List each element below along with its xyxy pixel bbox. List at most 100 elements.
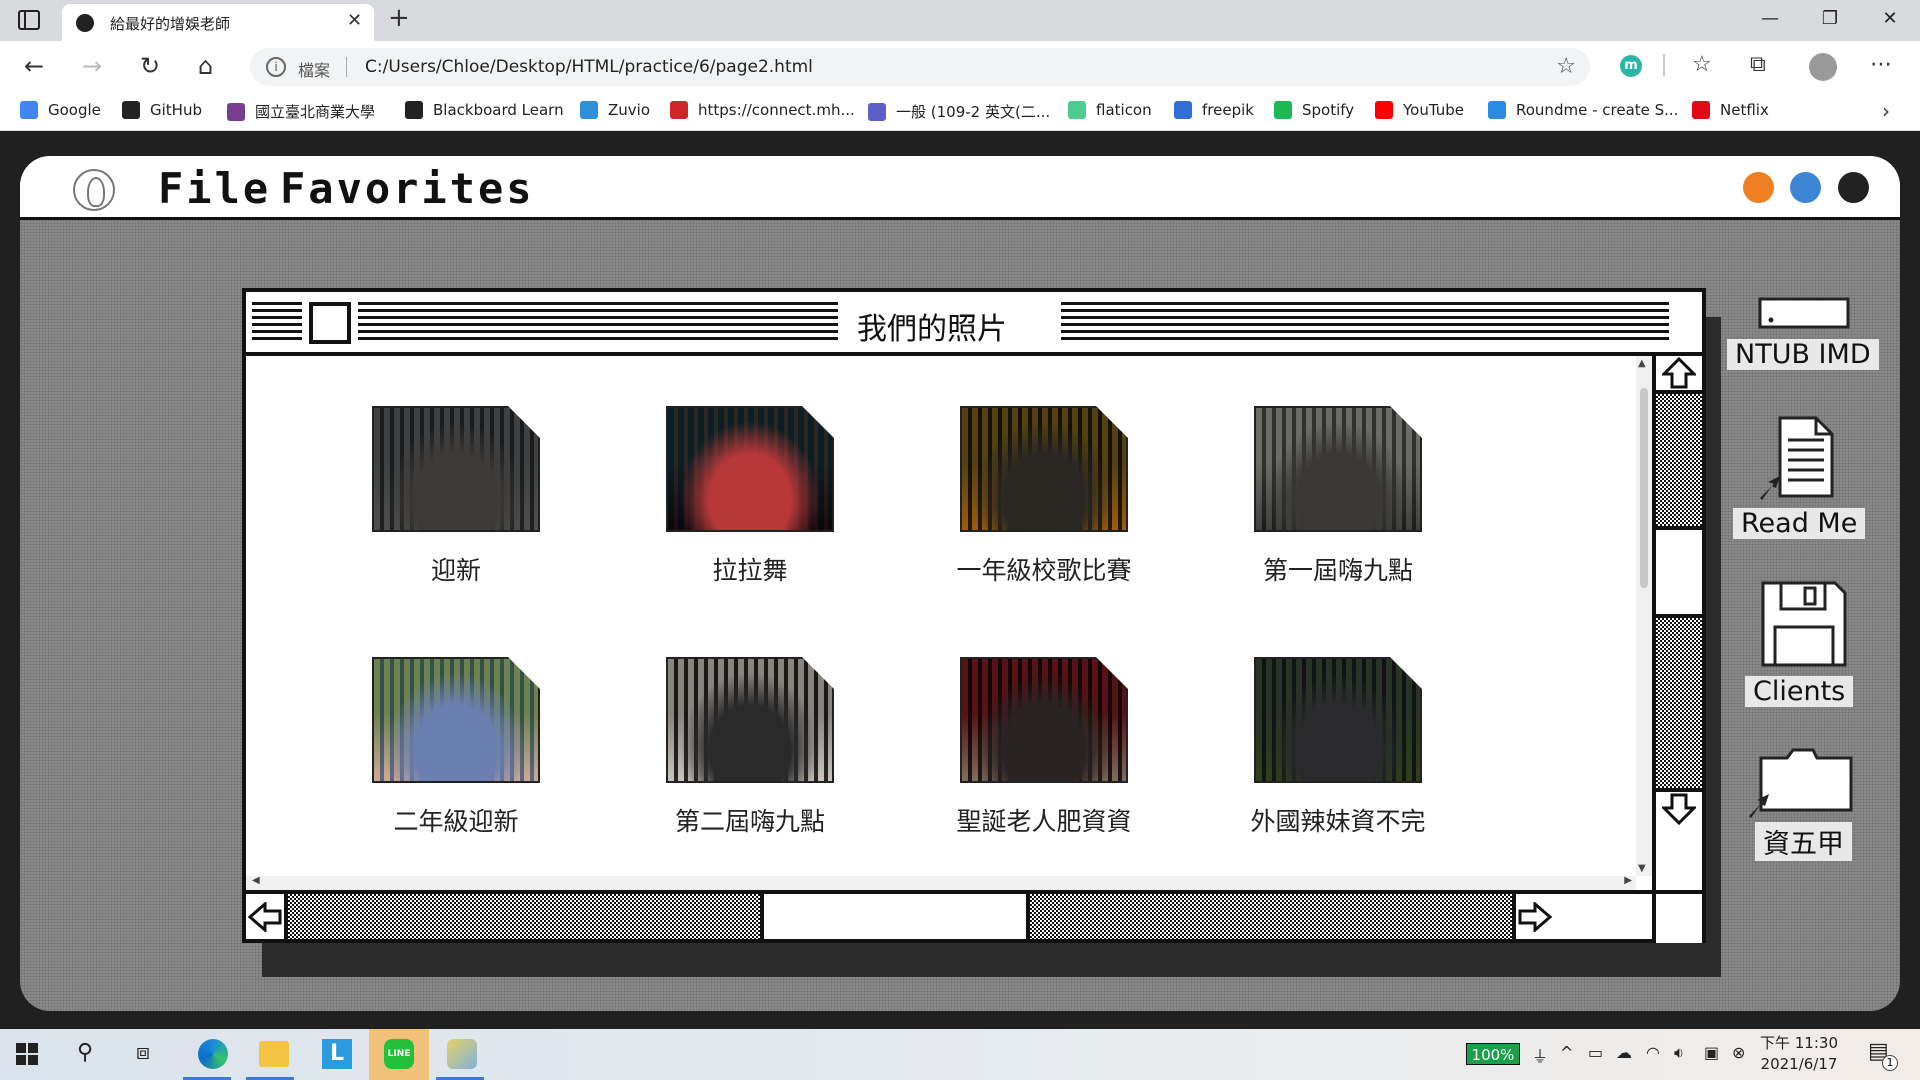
bookmark-mcgrawhill[interactable]: https://connect.mh...	[670, 101, 855, 119]
tab-actions-icon[interactable]	[18, 10, 40, 30]
restore-icon[interactable]: ❐	[1800, 0, 1860, 41]
close-window-icon[interactable]: ✕	[1860, 0, 1920, 41]
onedrive-cloud-icon[interactable]: ☁	[1616, 1043, 1632, 1062]
photo-file-1[interactable]	[666, 406, 834, 532]
document-shortcut-icon[interactable]	[1754, 414, 1854, 502]
bookmark-flaticon[interactable]: flaticon	[1068, 101, 1152, 119]
inner-scroll-left-icon[interactable]: ◀	[252, 875, 260, 886]
system-clock[interactable]: 下午 11:30 2021/6/17	[1760, 1033, 1838, 1075]
bookmark-teams[interactable]: 一般 (109-2 英文(二...	[868, 101, 1050, 122]
photo-file-3[interactable]	[1254, 406, 1422, 532]
desktop-label-read-me[interactable]: Read Me	[1733, 508, 1866, 539]
home-icon[interactable]: ⌂	[198, 51, 213, 81]
retro-vertical-scrollbar[interactable]	[1652, 356, 1702, 943]
battery-icon[interactable]: ▭	[1588, 1043, 1603, 1062]
hscroll-track-left[interactable]	[288, 894, 760, 939]
inner-scroll-down-icon[interactable]: ▼	[1638, 863, 1646, 874]
l-app-icon[interactable]: L	[322, 1039, 352, 1069]
favorites-icon[interactable]: ☆	[1692, 52, 1712, 77]
hscroll-thumb[interactable]	[760, 894, 1030, 939]
scroll-up-arrow-icon[interactable]	[1656, 356, 1702, 394]
bookmark-youtube[interactable]: YouTube	[1375, 101, 1464, 119]
add-favorite-icon[interactable]: ☆	[1556, 54, 1576, 79]
scroll-track-lower[interactable]	[1656, 618, 1702, 788]
photo-label-1[interactable]: 拉拉舞	[630, 551, 870, 587]
menu-file[interactable]: File	[158, 164, 271, 213]
photo-label-4[interactable]: 二年級迎新	[336, 802, 576, 838]
browser-tab[interactable]: 給最好的增娛老師 ✕	[62, 4, 374, 41]
bookmark-google[interactable]: Google	[20, 101, 101, 119]
hscroll-track-right[interactable]	[1030, 894, 1512, 939]
volume-icon[interactable]: 🔉︎	[1674, 1043, 1684, 1063]
photo-file-6[interactable]	[960, 657, 1128, 783]
more-icon[interactable]: ⋯	[1870, 52, 1892, 77]
inner-vertical-scrollbar[interactable]: ▲ ▼	[1636, 356, 1652, 876]
desktop-label-class[interactable]: 資五甲	[1755, 822, 1852, 861]
inner-scroll-right-icon[interactable]: ▶	[1624, 875, 1632, 886]
photo-label-0[interactable]: 迎新	[336, 551, 576, 587]
window-close-box[interactable]	[309, 302, 351, 344]
windows-start-icon[interactable]	[16, 1043, 38, 1065]
bookmark-ntub[interactable]: 國立臺北商業大學	[227, 101, 375, 122]
inner-horizontal-scrollbar[interactable]: ◀ ▶	[246, 875, 1636, 890]
portrait-logo-icon[interactable]	[73, 169, 115, 211]
floppy-disk-icon[interactable]	[1757, 579, 1851, 669]
forward-icon[interactable]: →	[82, 51, 102, 81]
input-method-icon[interactable]: ▣	[1704, 1043, 1719, 1062]
scroll-track-upper[interactable]	[1656, 394, 1702, 526]
blue-dot-button[interactable]	[1790, 172, 1821, 203]
address-url[interactable]: C:/Users/Chloe/Desktop/HTML/practice/6/p…	[365, 57, 813, 77]
bookmarks-overflow-icon[interactable]: ›	[1882, 99, 1890, 123]
orange-dot-button[interactable]	[1743, 172, 1774, 203]
photo-file-7[interactable]	[1254, 657, 1422, 783]
minimize-icon[interactable]: —	[1740, 0, 1800, 41]
tab-close-icon[interactable]: ✕	[347, 10, 362, 31]
window-title-bar[interactable]: 我們的照片	[246, 292, 1702, 356]
battery-percentage[interactable]: 100%	[1466, 1043, 1520, 1065]
inner-scroll-thumb[interactable]	[1640, 388, 1648, 588]
collections-icon[interactable]: ⧉	[1750, 52, 1766, 77]
photo-label-7[interactable]: 外國辣妹資不完	[1218, 802, 1458, 838]
bookmark-roundme[interactable]: Roundme - create S...	[1488, 101, 1678, 119]
edge-browser-icon[interactable]	[198, 1039, 228, 1069]
drive-icon[interactable]	[1757, 296, 1851, 330]
bookmark-github[interactable]: GitHub	[122, 101, 202, 119]
scroll-down-arrow-icon[interactable]	[1656, 788, 1702, 826]
mute-notification-icon[interactable]: ⊗	[1732, 1043, 1745, 1062]
bookmark-spotify[interactable]: Spotify	[1274, 101, 1354, 119]
photo-label-3[interactable]: 第一屆嗨九點	[1218, 551, 1458, 587]
refresh-icon[interactable]: ↻	[140, 51, 160, 81]
bookmark-zuvio[interactable]: Zuvio	[580, 101, 650, 119]
scroll-thumb[interactable]	[1656, 526, 1702, 618]
file-explorer-icon[interactable]	[259, 1041, 289, 1067]
inner-scroll-up-icon[interactable]: ▲	[1638, 358, 1646, 369]
new-tab-icon[interactable]: +	[388, 3, 410, 33]
line-app-icon[interactable]: LINE	[384, 1039, 414, 1069]
desktop-label-clients[interactable]: Clients	[1745, 676, 1854, 707]
task-view-icon[interactable]: ⧈	[136, 1040, 150, 1065]
photo-label-2[interactable]: 一年級校歌比賽	[924, 551, 1164, 587]
back-icon[interactable]: ←	[24, 51, 44, 81]
retro-horizontal-scrollbar[interactable]	[246, 890, 1652, 939]
extension-m-icon[interactable]: m	[1620, 55, 1642, 77]
scroll-left-arrow-icon[interactable]	[246, 894, 288, 939]
scroll-right-arrow-icon[interactable]	[1512, 894, 1554, 939]
folder-shortcut-icon[interactable]	[1747, 746, 1857, 818]
desktop-label-ntub-imd[interactable]: NTUB IMD	[1727, 339, 1879, 370]
photo-file-2[interactable]	[960, 406, 1128, 532]
address-bar[interactable]: i 檔案 C:/Users/Chloe/Desktop/HTML/practic…	[250, 48, 1590, 86]
bookmark-netflix[interactable]: Netflix	[1692, 101, 1769, 119]
menu-favorites[interactable]: Favorites	[280, 164, 535, 213]
photo-file-4[interactable]	[372, 657, 540, 783]
bookmark-freepik[interactable]: freepik	[1174, 101, 1254, 119]
paint-app-icon[interactable]	[447, 1039, 477, 1069]
info-icon[interactable]: i	[266, 57, 286, 77]
profile-avatar[interactable]	[1809, 53, 1837, 81]
show-hidden-icons-chevron-icon[interactable]: ^	[1560, 1043, 1573, 1062]
photo-file-5[interactable]	[666, 657, 834, 783]
search-icon[interactable]: ⚲	[77, 1040, 93, 1065]
wifi-icon[interactable]: ◠	[1646, 1043, 1660, 1062]
photo-label-6[interactable]: 聖誕老人肥資資	[924, 802, 1164, 838]
photo-label-5[interactable]: 第二屆嗨九點	[630, 802, 870, 838]
photo-file-0[interactable]	[372, 406, 540, 532]
